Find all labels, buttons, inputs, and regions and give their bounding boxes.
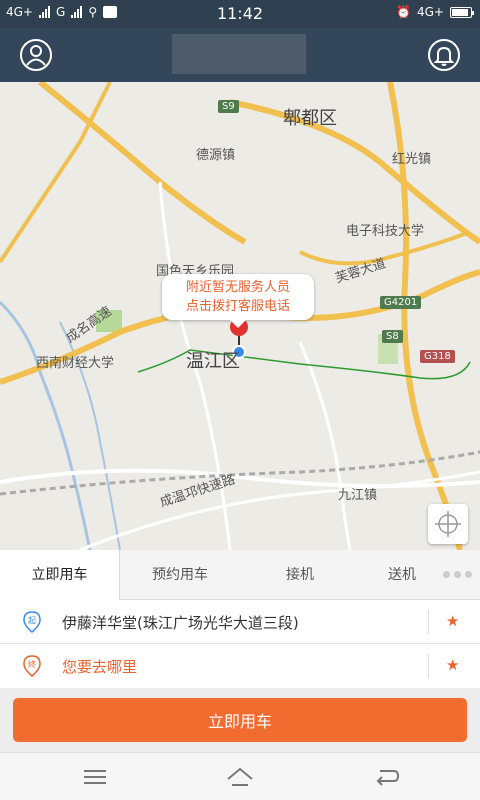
tab-airport-dropoff[interactable]: 送机 bbox=[372, 550, 432, 600]
destination-row[interactable]: 终 您要去哪里 ★ bbox=[0, 644, 480, 688]
menu-icon[interactable] bbox=[80, 765, 110, 789]
locate-button[interactable] bbox=[428, 504, 468, 544]
notification-button[interactable] bbox=[428, 39, 460, 71]
destination-separator bbox=[428, 654, 429, 678]
status-bar: 4G+ G ⚲ 11:42 ⏰ 4G+ bbox=[0, 0, 480, 28]
road-shield-g318: G318 bbox=[420, 350, 455, 363]
app-header bbox=[0, 28, 480, 82]
crosshair-icon bbox=[435, 511, 461, 537]
user-icon bbox=[26, 45, 46, 66]
pickup-icon-text: 起 bbox=[28, 616, 36, 625]
map-view[interactable]: 郫都区 温江区 德源镇 红光镇 电子科技大学 国色天乡乐园 西南财经大学 九江镇… bbox=[0, 82, 480, 550]
back-icon[interactable] bbox=[372, 765, 402, 789]
destination-pin-icon: 终 bbox=[23, 655, 41, 677]
destination-favorite-star-icon[interactable]: ★ bbox=[446, 656, 459, 674]
map-label-pidu: 郫都区 bbox=[283, 108, 337, 129]
address-panel: 起 伊藤洋华堂(珠江广场光华大道三段) ★ 终 您要去哪里 ★ bbox=[0, 600, 480, 688]
pickup-row[interactable]: 起 伊藤洋华堂(珠江广场光华大道三段) ★ bbox=[0, 600, 480, 644]
map-label-wenjiang: 温江区 bbox=[186, 351, 240, 372]
tab-airport-pickup[interactable]: 接机 bbox=[240, 550, 360, 600]
road-shield-s8: S8 bbox=[382, 330, 403, 343]
road-shield-g4201: G4201 bbox=[380, 296, 422, 309]
map-label-jiujiang: 九江镇 bbox=[338, 488, 378, 503]
system-nav-bar bbox=[0, 752, 480, 800]
tab-immediate[interactable]: 立即用车 bbox=[0, 550, 120, 600]
user-profile-button[interactable] bbox=[20, 39, 52, 71]
pickup-pin-icon: 起 bbox=[23, 611, 41, 633]
pickup-separator bbox=[428, 610, 429, 634]
network-type-right: 4G+ bbox=[417, 5, 444, 19]
tab-reserve[interactable]: 预约用车 bbox=[120, 550, 240, 600]
service-tabs: 立即用车 预约用车 接机 送机 bbox=[0, 550, 480, 600]
destination-input-text: 您要去哪里 bbox=[62, 658, 138, 676]
map-label-hongguang: 红光镇 bbox=[392, 152, 432, 167]
bell-icon bbox=[433, 46, 455, 66]
title-redacted-box bbox=[172, 34, 306, 74]
map-label-deyuan: 德源镇 bbox=[196, 148, 236, 163]
tabs-more-dots bbox=[443, 571, 472, 578]
road-shield-s9: S9 bbox=[218, 100, 239, 113]
destination-icon-text: 终 bbox=[28, 659, 36, 669]
home-icon[interactable] bbox=[225, 765, 255, 789]
pickup-favorite-star-icon[interactable]: ★ bbox=[446, 612, 459, 630]
status-right: ⏰ 4G+ bbox=[396, 5, 474, 19]
no-service-callout[interactable]: 附近暂无服务人员 点击拨打客服电话 bbox=[162, 274, 314, 328]
alarm-icon: ⏰ bbox=[396, 5, 411, 19]
callout-line-1: 附近暂无服务人员 bbox=[185, 280, 290, 295]
callout-line-2: 点击拨打客服电话 bbox=[185, 299, 290, 314]
map-label-swufe: 西南财经大学 bbox=[36, 356, 115, 371]
call-car-button[interactable]: 立即用车 bbox=[13, 698, 467, 742]
battery-icon bbox=[450, 6, 474, 18]
pickup-address-text: 伊藤洋华堂(珠江广场光华大道三段) bbox=[62, 614, 299, 632]
map-label-uestc: 电子科技大学 bbox=[346, 224, 425, 239]
